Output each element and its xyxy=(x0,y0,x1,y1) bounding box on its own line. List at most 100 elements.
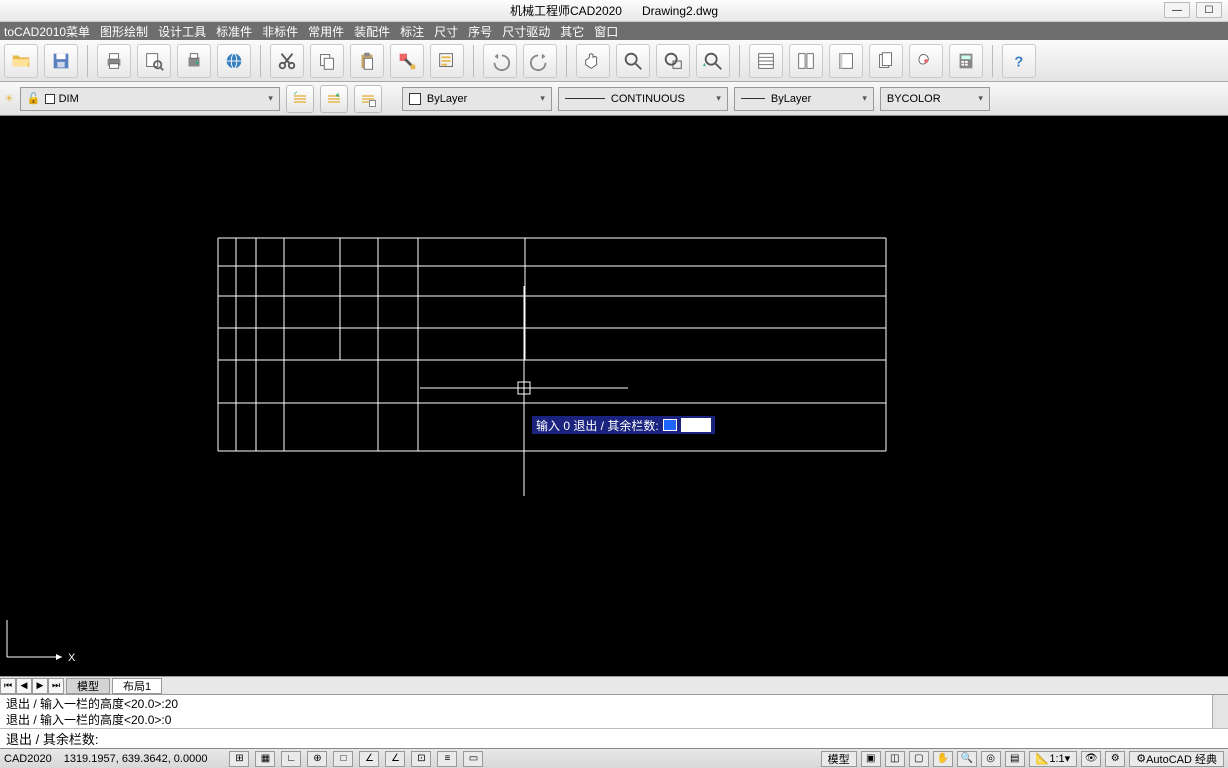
status-coords: 1319.1957, 639.3642, 0.0000 xyxy=(64,753,208,765)
annotation-autoscale-icon[interactable]: ⚙ xyxy=(1105,751,1125,767)
layer-properties-button[interactable] xyxy=(354,85,382,113)
app-title: 机械工程师CAD2020 xyxy=(510,2,622,19)
title-bar: 机械工程师CAD2020 Drawing2.dwg — ☐ xyxy=(0,0,1228,22)
lineweight-dropdown[interactable]: ByLayer ▾ xyxy=(734,87,874,111)
web-button[interactable] xyxy=(217,44,251,78)
open-button[interactable] xyxy=(4,44,38,78)
menu-item[interactable]: 其它 xyxy=(560,23,584,40)
chevron-down-icon: ▾ xyxy=(716,93,721,104)
linetype-dropdown[interactable]: CONTINUOUS ▾ xyxy=(558,87,728,111)
snap-toggle[interactable]: ⊞ xyxy=(229,751,249,767)
workspace-switcher[interactable]: ⚙ AutoCAD 经典 xyxy=(1129,751,1224,767)
pan-icon[interactable]: ✋ xyxy=(933,751,953,767)
sun-icon: ☀ xyxy=(4,92,14,105)
pan-button[interactable] xyxy=(576,44,610,78)
tab-layout1[interactable]: 布局1 xyxy=(112,678,162,694)
ucs-icon: X xyxy=(2,617,82,672)
status-bar: CAD2020 1319.1957, 639.3642, 0.0000 ⊞ ▦ … xyxy=(0,748,1228,768)
menu-item[interactable]: toCAD2010菜单 xyxy=(4,23,90,40)
tool-palettes-button[interactable] xyxy=(829,44,863,78)
chevron-down-icon: ▾ xyxy=(540,93,545,104)
showmotion-icon[interactable]: ▤ xyxy=(1005,751,1025,767)
menu-item[interactable]: 标准件 xyxy=(216,23,252,40)
maximize-button[interactable]: ☐ xyxy=(1196,2,1222,18)
menu-item[interactable]: 设计工具 xyxy=(158,23,206,40)
tab-nav-first[interactable]: ⏮ xyxy=(0,678,16,694)
copy-button[interactable] xyxy=(310,44,344,78)
annotation-scale[interactable]: 📐 1:1 ▾ xyxy=(1029,751,1078,767)
undo-button[interactable] xyxy=(483,44,517,78)
design-center-button[interactable] xyxy=(789,44,823,78)
quickview-layouts-icon[interactable]: ▣ xyxy=(861,751,881,767)
match-properties-button[interactable] xyxy=(390,44,424,78)
scrollbar[interactable] xyxy=(1212,695,1228,728)
redo-button[interactable] xyxy=(523,44,557,78)
qp-toggle[interactable]: ▭ xyxy=(463,751,483,767)
quickcalc-button[interactable] xyxy=(949,44,983,78)
dyn-toggle[interactable]: ⊡ xyxy=(411,751,431,767)
chevron-down-icon: ▾ xyxy=(862,93,867,104)
menu-item[interactable]: 尺寸 xyxy=(434,23,458,40)
layer-states-button[interactable] xyxy=(286,85,314,113)
color-value: ByLayer xyxy=(427,93,467,105)
properties-button[interactable] xyxy=(749,44,783,78)
tab-model[interactable]: 模型 xyxy=(66,678,110,694)
menu-item[interactable]: 装配件 xyxy=(354,23,390,40)
osnap-toggle[interactable]: □ xyxy=(333,751,353,767)
model-space-button[interactable]: 模型 xyxy=(821,751,857,767)
menu-item[interactable]: 常用件 xyxy=(308,23,344,40)
ortho-toggle[interactable]: ∟ xyxy=(281,751,301,767)
help-button[interactable]: ? xyxy=(1002,44,1036,78)
drawing-area[interactable]: 输入 0 退出 / 其余栏数: X xyxy=(0,116,1228,676)
menu-item[interactable]: 标注 xyxy=(400,23,424,40)
status-app: CAD2020 xyxy=(4,753,52,765)
menu-item[interactable]: 非标件 xyxy=(262,23,298,40)
dynamic-input-prompt: 输入 0 退出 / 其余栏数: xyxy=(532,416,715,434)
print-button[interactable] xyxy=(97,44,131,78)
annotation-visibility-icon[interactable]: 👁 xyxy=(1081,751,1101,767)
chevron-down-icon: ▾ xyxy=(978,93,983,104)
color-dropdown[interactable]: ByLayer ▾ xyxy=(402,87,552,111)
dyndynamic-input-field[interactable] xyxy=(681,418,711,432)
tab-nav-prev[interactable]: ◀ xyxy=(16,678,32,694)
command-history-line: 退出 / 输入一栏的高度<20.0>:20 xyxy=(6,696,1222,712)
publish-button[interactable] xyxy=(177,44,211,78)
ducs-toggle[interactable]: ∠ xyxy=(385,751,405,767)
menu-item[interactable]: 序号 xyxy=(468,23,492,40)
menu-item[interactable]: 图形绘制 xyxy=(100,23,148,40)
polar-toggle[interactable]: ⊕ xyxy=(307,751,327,767)
menu-item[interactable]: 尺寸驱动 xyxy=(502,23,550,40)
save-button[interactable] xyxy=(44,44,78,78)
command-line[interactable]: 退出 / 其余栏数: xyxy=(0,728,1228,748)
minimize-button[interactable]: — xyxy=(1164,2,1190,18)
quickview-drawings-icon[interactable]: ◫ xyxy=(885,751,905,767)
tab-nav-next[interactable]: ▶ xyxy=(32,678,48,694)
tab-nav-last[interactable]: ⏭ xyxy=(48,678,64,694)
layer-name: DIM xyxy=(59,93,79,105)
zoom-icon[interactable]: 🔍 xyxy=(957,751,977,767)
steering-wheel-icon[interactable]: ◎ xyxy=(981,751,1001,767)
lineweight-value: ByLayer xyxy=(771,93,811,105)
block-editor-button[interactable] xyxy=(430,44,464,78)
menu-item[interactable]: 窗口 xyxy=(594,23,618,40)
print-preview-button[interactable] xyxy=(137,44,171,78)
layer-previous-button[interactable] xyxy=(320,85,348,113)
layer-dropdown[interactable]: 🔓 DIM ▾ xyxy=(20,87,280,111)
cut-button[interactable] xyxy=(270,44,304,78)
prompt-cursor-box xyxy=(663,419,677,431)
maximize-viewport-icon[interactable]: ▢ xyxy=(909,751,929,767)
svg-text:X: X xyxy=(68,652,76,664)
lock-icon: 🔓 xyxy=(27,92,41,105)
sheet-set-button[interactable] xyxy=(869,44,903,78)
zoom-window-button[interactable] xyxy=(656,44,690,78)
paste-button[interactable] xyxy=(350,44,384,78)
zoom-previous-button[interactable] xyxy=(696,44,730,78)
zoom-realtime-button[interactable] xyxy=(616,44,650,78)
menu-bar: toCAD2010菜单 图形绘制 设计工具 标准件 非标件 常用件 装配件 标注… xyxy=(0,22,1228,40)
otrack-toggle[interactable]: ∠ xyxy=(359,751,379,767)
markup-button[interactable] xyxy=(909,44,943,78)
plotstyle-dropdown[interactable]: BYCOLOR ▾ xyxy=(880,87,990,111)
lwt-toggle[interactable]: ≡ xyxy=(437,751,457,767)
layout-tabs: ⏮ ◀ ▶ ⏭ 模型 布局1 xyxy=(0,676,1228,694)
grid-toggle[interactable]: ▦ xyxy=(255,751,275,767)
